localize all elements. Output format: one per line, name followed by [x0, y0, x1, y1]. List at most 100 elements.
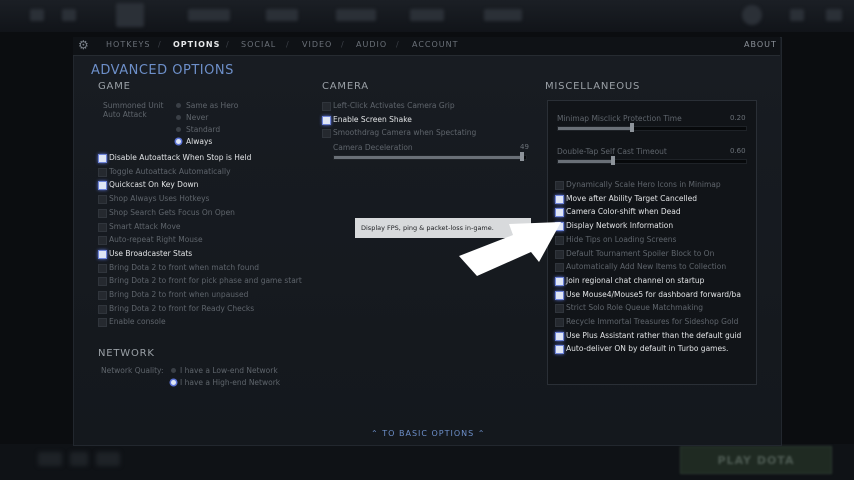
tab-audio[interactable]: AUDIO	[356, 40, 387, 49]
double-tap-timeout-value: 0.60	[730, 147, 746, 155]
checkbox-smart-attack-move[interactable]	[98, 222, 107, 232]
radio-low-end-network[interactable]	[171, 368, 176, 373]
tab-separator: /	[226, 40, 229, 49]
checkbox-smoothdrag-camera-when-spectating[interactable]	[322, 129, 331, 139]
radio-label: I have a High-end Network	[180, 378, 281, 387]
to-basic-options-label: TO BASIC OPTIONS	[382, 429, 475, 438]
checkbox-label: Recycle Immortal Treasures for Sideshop …	[566, 317, 739, 326]
checkbox-disable-autoattack-when-stop-is-held[interactable]	[98, 154, 107, 163]
checkbox-label: Enable Screen Shake	[333, 114, 412, 124]
about-link[interactable]: ABOUT	[744, 40, 777, 49]
checkbox-label: Disable Autoattack When Stop is Held	[109, 153, 252, 162]
blurred-icon	[790, 9, 804, 21]
blurred-icon	[62, 9, 76, 21]
double-tap-timeout-label: Double-Tap Self Cast Timeout	[557, 147, 667, 156]
checkbox-enable-screen-shake[interactable]	[322, 115, 331, 125]
radio-label: Standard	[186, 125, 221, 134]
chevron-up-icon: ⌃	[371, 429, 379, 438]
to-basic-options-link[interactable]: ⌃ TO BASIC OPTIONS ⌃	[371, 429, 485, 438]
checkbox-recycle-immortal-treasures-for-sideshop-[interactable]	[555, 318, 564, 327]
checkbox-label: Auto-repeat Right Mouse	[109, 235, 203, 245]
checkbox-label: Bring Dota 2 to front for Ready Checks	[109, 303, 255, 313]
checkbox-label: Use Plus Assistant rather than the defau…	[566, 330, 742, 340]
checkbox-left-click-activates-camera-grip[interactable]	[322, 102, 331, 111]
tab-social[interactable]: SOCIAL	[241, 40, 276, 49]
checkbox-label: Smoothdrag Camera when Spectating	[333, 128, 477, 138]
slider-knob[interactable]	[630, 123, 634, 132]
checkbox-label: Toggle Autoattack Automatically	[109, 166, 231, 176]
checkbox-label: Shop Search Gets Focus On Open	[109, 207, 235, 217]
radio-never[interactable]	[176, 115, 181, 120]
slider-knob[interactable]	[611, 156, 615, 165]
blurred-icon	[826, 9, 842, 21]
camera-deceleration-label: Camera Deceleration	[333, 143, 413, 152]
checkbox-dynamically-scale-hero-icons-in-minimap[interactable]	[555, 181, 564, 190]
checkbox-shop-search-gets-focus-on-open[interactable]	[98, 208, 107, 218]
checkbox-shop-always-uses-hotkeys[interactable]	[98, 195, 107, 205]
checkbox-quickcast-on-key-down[interactable]	[98, 181, 107, 191]
checkbox-label: Bring Dota 2 to front for pick phase and…	[109, 276, 302, 286]
play-dota-button[interactable]: PLAY DOTA	[680, 446, 832, 474]
checkbox-auto-deliver-on-by-default-in-turbo-game[interactable]	[555, 345, 564, 355]
tab-options[interactable]: OPTIONS	[173, 40, 220, 49]
game-top-bar	[0, 0, 854, 32]
blurred-logo	[116, 3, 144, 27]
checkbox-strict-solo-role-queue-matchmaking[interactable]	[555, 304, 564, 314]
slider-knob[interactable]	[520, 152, 524, 161]
blurred-nav	[410, 9, 444, 21]
network-section-heading: NETWORK	[98, 348, 155, 359]
checkbox-label: Shop Always Uses Hotkeys	[109, 194, 210, 204]
blurred-avatar	[742, 5, 762, 25]
radio-label: I have a Low-end Network	[180, 366, 278, 375]
tab-separator: /	[158, 40, 161, 49]
checkbox-label: Auto-deliver ON by default in Turbo game…	[566, 344, 729, 354]
radio-always[interactable]	[176, 139, 181, 144]
summoned-unit-label: Summoned Unit	[103, 101, 164, 110]
slider-fill	[334, 156, 522, 159]
radio-standard[interactable]	[176, 127, 181, 132]
checkbox-label: Quickcast On Key Down	[109, 180, 199, 190]
checkbox-use-plus-assistant-rather-than-the-defau[interactable]	[555, 331, 564, 341]
checkbox-use-broadcaster-stats[interactable]	[98, 249, 107, 259]
auto-attack-label: Auto Attack	[103, 110, 147, 119]
misc-section-heading: MISCELLANEOUS	[545, 81, 641, 92]
checkbox-bring-dota-2-to-front-for-ready-checks[interactable]	[98, 304, 107, 314]
blurred-icon	[30, 9, 44, 21]
checkbox-label: Camera Color-shift when Dead	[566, 207, 681, 217]
blurred-nav	[336, 9, 376, 21]
checkbox-bring-dota-2-to-front-when-match-found[interactable]	[98, 263, 107, 273]
radio-high-end-network[interactable]	[171, 380, 176, 385]
checkbox-label: Display Network Information	[566, 221, 674, 231]
page-title: ADVANCED OPTIONS	[91, 63, 234, 78]
checkbox-bring-dota-2-to-front-for-pick-phase-and[interactable]	[98, 277, 107, 287]
pointer-arrow-icon	[459, 222, 561, 276]
blurred-nav	[266, 9, 298, 21]
checkbox-toggle-autoattack-automatically[interactable]	[98, 167, 107, 177]
blurred-icon	[70, 452, 88, 466]
checkbox-move-after-ability-target-cancelled[interactable]	[555, 194, 564, 204]
radio-same-as-hero[interactable]	[176, 103, 181, 108]
checkbox-camera-color-shift-when-dead[interactable]	[555, 208, 564, 218]
checkbox-bring-dota-2-to-front-when-unpaused[interactable]	[98, 291, 107, 300]
checkbox-label: Use Broadcaster Stats	[109, 248, 193, 258]
checkbox-auto-repeat-right-mouse[interactable]	[98, 236, 107, 246]
checkbox-label: Join regional chat channel on startup	[566, 275, 705, 285]
radio-label: Same as Hero	[186, 101, 239, 110]
blurred-nav	[188, 9, 230, 21]
checkbox-label: Left-Click Activates Camera Grip	[333, 101, 455, 110]
tab-video[interactable]: VIDEO	[302, 40, 332, 49]
checkbox-label: Use Mouse4/Mouse5 for dashboard forward/…	[566, 289, 741, 299]
minimap-protection-value: 0.20	[730, 114, 746, 122]
tab-account[interactable]: ACCOUNT	[412, 40, 459, 49]
checkbox-label: Default Tournament Spoiler Block to On	[566, 248, 715, 258]
blurred-nav	[484, 9, 522, 21]
checkbox-label: Bring Dota 2 to front when unpaused	[109, 290, 249, 299]
radio-label: Never	[186, 113, 209, 122]
checkbox-label: Move after Ability Target Cancelled	[566, 193, 697, 203]
checkbox-enable-console[interactable]	[98, 318, 107, 328]
tab-separator: /	[396, 40, 399, 49]
blurred-icon	[96, 452, 120, 466]
tab-hotkeys[interactable]: HOTKEYS	[106, 40, 150, 49]
checkbox-use-mouse4-mouse5-for-dashboard-forward-[interactable]	[555, 290, 564, 300]
blurred-icon	[38, 452, 62, 466]
